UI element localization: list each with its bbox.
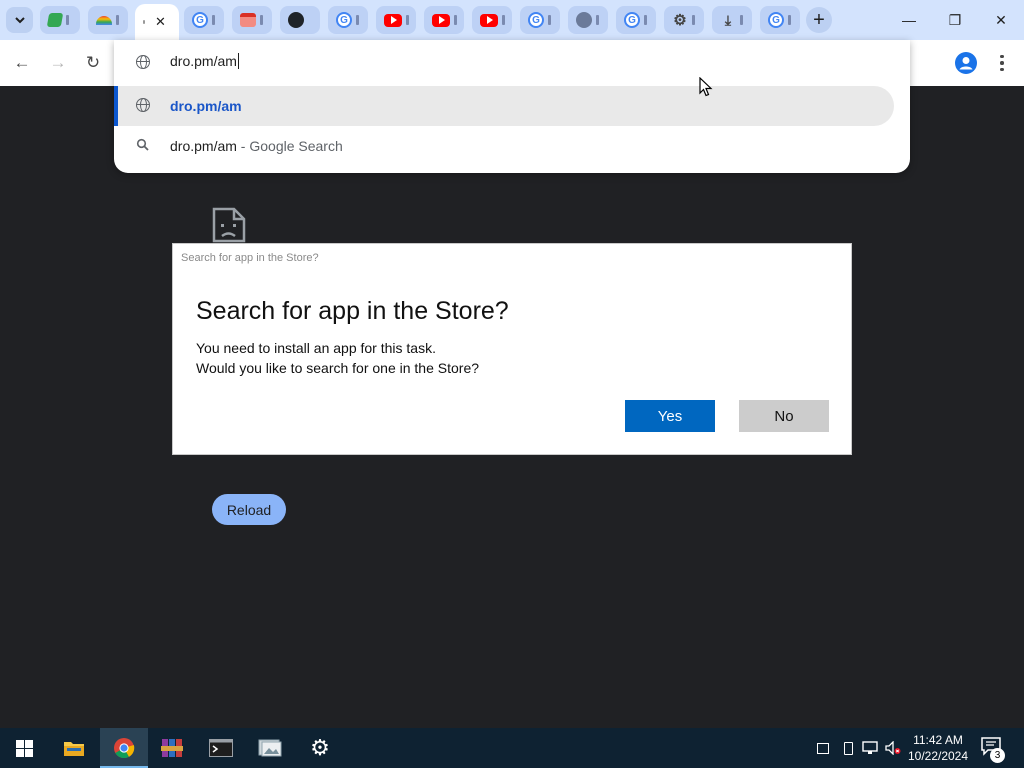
menu-kebab-icon[interactable] xyxy=(992,52,1012,74)
start-button[interactable] xyxy=(0,728,48,768)
tab-10[interactable] xyxy=(472,6,512,34)
terminal-button[interactable] xyxy=(197,728,245,768)
folder-icon xyxy=(64,742,84,756)
chrome-button[interactable] xyxy=(100,728,148,768)
chevron-down-icon xyxy=(14,17,25,24)
google-icon: G xyxy=(528,12,544,28)
globe-icon xyxy=(136,98,152,114)
dialog-title: Search for app in the Store? xyxy=(196,297,509,325)
tab-active[interactable]: ✕ xyxy=(135,4,179,40)
address-bar[interactable]: dro.pm/am xyxy=(114,40,910,86)
dialog-message-line-1: You need to install an app for this task… xyxy=(196,340,436,356)
new-tab-button[interactable]: + xyxy=(806,7,832,33)
reload-page-button[interactable]: ↻ xyxy=(80,50,106,76)
forward-button[interactable]: → xyxy=(45,50,71,76)
tab-close-button[interactable]: ✕ xyxy=(155,14,166,30)
tab-7[interactable]: G xyxy=(328,6,368,34)
photos-icon xyxy=(258,739,282,757)
suggestion-search[interactable]: dro.pm/am - Google Search xyxy=(114,126,894,166)
tab-12[interactable] xyxy=(568,6,608,34)
winrar-button[interactable] xyxy=(148,728,196,768)
desktop-icon[interactable] xyxy=(815,740,831,756)
tab-15[interactable]: ⤓ xyxy=(712,6,752,34)
terminal-icon xyxy=(209,739,233,757)
tab-1[interactable] xyxy=(40,6,80,34)
address-text: dro.pm/am xyxy=(170,53,237,69)
usb-icon[interactable] xyxy=(840,740,856,756)
winrar-icon xyxy=(161,739,183,757)
file-explorer-button[interactable] xyxy=(50,728,98,768)
notification-count-badge: 3 xyxy=(990,748,1005,763)
dialog-message-line-2: Would you like to search for one in the … xyxy=(196,360,480,376)
app-icon xyxy=(46,13,64,27)
back-button[interactable]: ← xyxy=(9,50,35,76)
github-icon xyxy=(576,12,592,28)
profile-avatar-icon[interactable] xyxy=(955,52,977,74)
dialog-message: You need to install an app for this task… xyxy=(196,338,479,378)
tab-6[interactable] xyxy=(280,6,320,34)
volume-muted-icon[interactable] xyxy=(885,740,901,756)
tab-9[interactable] xyxy=(424,6,464,34)
rainbow-icon xyxy=(96,15,112,25)
tab-8[interactable] xyxy=(376,6,416,34)
github-icon xyxy=(288,12,304,28)
google-icon: G xyxy=(768,12,784,28)
suggestion-text: dro.pm/am - Google Search xyxy=(170,138,343,154)
settings-button[interactable]: ⚙ xyxy=(296,728,344,768)
youtube-icon xyxy=(384,13,402,27)
clock-date: 10/22/2024 xyxy=(907,749,969,763)
omnibox-dropdown: dro.pm/am dro.pm/am dro.pm/am - Google S… xyxy=(114,40,910,173)
minimize-button[interactable]: — xyxy=(886,0,932,40)
close-window-button[interactable]: ✕ xyxy=(978,0,1024,40)
system-clock[interactable]: 11:42 AM 10/22/2024 xyxy=(905,732,971,764)
store-search-dialog: Search for app in the Store? Search for … xyxy=(172,243,852,455)
globe-icon xyxy=(136,55,152,71)
restore-button[interactable]: ❐ xyxy=(932,0,978,40)
tab-14[interactable]: ⚙ xyxy=(664,6,704,34)
mouse-pointer-icon xyxy=(699,77,713,97)
clock-time: 11:42 AM xyxy=(913,733,963,747)
suggestion-text: dro.pm/am xyxy=(170,98,242,114)
reload-button[interactable]: Reload xyxy=(212,494,286,525)
tab-13[interactable]: G xyxy=(616,6,656,34)
suggestion-url[interactable]: dro.pm/am xyxy=(114,86,894,126)
google-icon: G xyxy=(624,12,640,28)
tab-search-button[interactable] xyxy=(6,7,33,33)
network-icon[interactable] xyxy=(862,740,878,756)
tab-11[interactable]: G xyxy=(520,6,560,34)
suggestion-query: dro.pm/am xyxy=(170,138,237,154)
taskbar: ⚙ 11:42 AM 10/22/2024 xyxy=(0,728,1024,768)
youtube-icon xyxy=(480,13,498,27)
sad-document-icon xyxy=(212,207,246,243)
calendar-icon xyxy=(240,13,256,27)
person-icon xyxy=(959,57,973,70)
address-input[interactable]: dro.pm/am xyxy=(170,53,239,69)
dialog-caption: Search for app in the Store? xyxy=(181,252,319,264)
google-icon: G xyxy=(336,12,352,28)
photos-button[interactable] xyxy=(246,728,294,768)
chrome-icon xyxy=(114,738,135,759)
tab-16[interactable]: G xyxy=(760,6,800,34)
youtube-icon xyxy=(432,13,450,27)
search-icon xyxy=(136,138,152,154)
tab-2[interactable] xyxy=(88,6,128,34)
google-icon: G xyxy=(192,12,208,28)
settings-icon: ⚙ xyxy=(310,735,330,760)
tab-5[interactable] xyxy=(232,6,272,34)
yes-button[interactable]: Yes xyxy=(625,400,715,432)
tab-strip: ✕ G G G G ⚙ ⤓ G + — ❐ ✕ xyxy=(0,0,1024,40)
no-button[interactable]: No xyxy=(739,400,829,432)
download-icon: ⤓ xyxy=(724,11,732,28)
suggestion-description: - Google Search xyxy=(236,138,343,154)
settings-icon: ⚙ xyxy=(673,12,687,29)
tab-4[interactable]: G xyxy=(184,6,224,34)
windows-logo-icon xyxy=(15,739,33,757)
